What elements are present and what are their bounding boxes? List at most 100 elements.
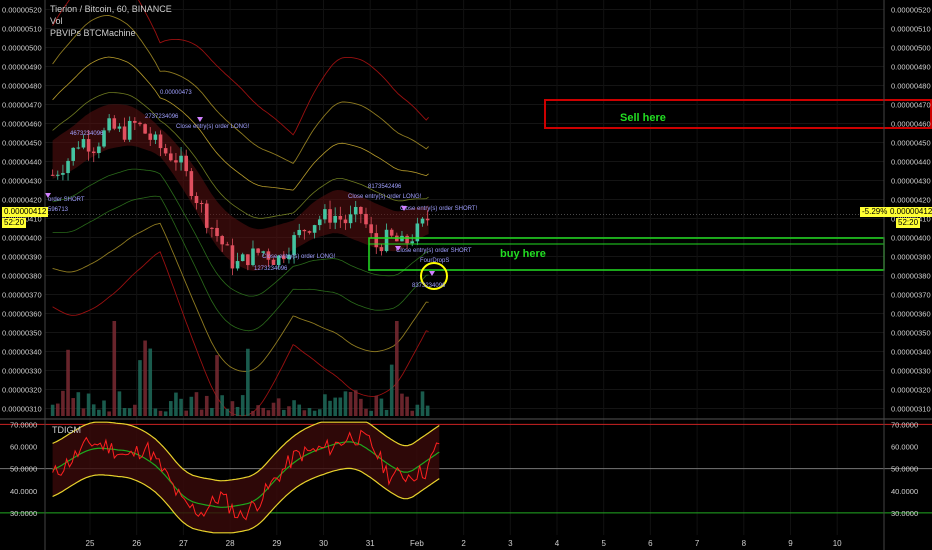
price-tick-label-right: 0.00000370 bbox=[891, 291, 931, 300]
candle-body bbox=[127, 120, 132, 140]
candle-body bbox=[55, 174, 60, 176]
price-tick-label-left: 0.00000520 bbox=[2, 6, 42, 15]
volume-bar bbox=[323, 394, 327, 416]
candle-body bbox=[184, 155, 189, 172]
volume-bar bbox=[215, 355, 219, 416]
price-tick-label-right: 0.00000390 bbox=[891, 253, 931, 262]
volume-bar bbox=[235, 406, 240, 416]
volume-bar bbox=[343, 391, 348, 416]
candle-body bbox=[71, 147, 75, 161]
volume-bar bbox=[91, 404, 96, 416]
price-tick-label-right: 0.00000450 bbox=[891, 139, 931, 148]
price-tick-label-right: 0.00000430 bbox=[891, 177, 931, 186]
chart-canvas[interactable]: Sell here buy here 0.00000473 2737234096 C… bbox=[0, 0, 932, 550]
volume-bar bbox=[66, 349, 70, 416]
candle-body bbox=[138, 122, 142, 125]
candle-body bbox=[256, 248, 260, 253]
candle-body bbox=[297, 229, 302, 236]
time-tick-label: 31 bbox=[366, 539, 375, 548]
strategy-marker-label: 8373234096 bbox=[412, 283, 446, 289]
candle-body bbox=[199, 203, 204, 205]
volume-bar bbox=[76, 392, 81, 416]
price-tick-label-right: 0.00000460 bbox=[891, 120, 931, 129]
volume-bar bbox=[220, 395, 224, 416]
buy-zone-label: buy here bbox=[500, 248, 546, 260]
candle-body bbox=[148, 133, 153, 140]
candle-body bbox=[179, 155, 183, 163]
candle-body bbox=[271, 259, 276, 265]
time-tick-label: 6 bbox=[648, 539, 653, 548]
strategy-marker-label: Close entry(s) order LONG! bbox=[176, 124, 250, 130]
price-tick-label-right: 0.00000360 bbox=[891, 310, 931, 319]
price-tick-label-right: 0.00000510 bbox=[891, 25, 931, 34]
volume-bar bbox=[102, 400, 106, 416]
price-tick-label-left: 0.00000400 bbox=[2, 234, 42, 243]
time-tick-label: 7 bbox=[695, 539, 700, 548]
volume-indicator-label: Vol bbox=[50, 16, 63, 26]
volume-bar bbox=[174, 392, 178, 416]
candle-body bbox=[379, 247, 384, 252]
price-tick-label-right: 0.00000400 bbox=[891, 234, 931, 243]
strategy-marker-label: 1273234096 bbox=[254, 266, 288, 272]
osc-tick-label-right: 70.0000 bbox=[891, 420, 918, 429]
time-tick-label: 28 bbox=[226, 539, 235, 548]
bands-indicator-label: PBVIPs BTCMachine bbox=[50, 28, 136, 38]
volume-bar bbox=[204, 395, 209, 416]
price-tick-label-right: 0.00000340 bbox=[891, 348, 931, 357]
price-tick-label-left: 0.00000310 bbox=[2, 405, 42, 414]
price-tick-label-left: 0.00000380 bbox=[2, 272, 42, 281]
time-tick-label: 25 bbox=[86, 539, 95, 548]
volume-bar bbox=[415, 404, 420, 416]
volume-bar bbox=[389, 364, 394, 416]
right-last-price-tag: 0.00000412 bbox=[888, 207, 932, 217]
left-countdown-tag: 52:20 bbox=[2, 218, 27, 228]
volume-bar bbox=[410, 410, 415, 416]
candle-body bbox=[66, 160, 70, 174]
candle-body bbox=[163, 148, 168, 154]
price-tick-label-left: 0.00000480 bbox=[2, 82, 42, 91]
volume-bar bbox=[225, 408, 230, 416]
candle-body bbox=[410, 241, 415, 244]
osc-tick-label-left: 30.0000 bbox=[10, 509, 37, 518]
volume-bar bbox=[317, 409, 322, 416]
volume-bar bbox=[405, 396, 409, 416]
osc-tick-label-right: 40.0000 bbox=[891, 487, 918, 496]
time-tick-label: Feb bbox=[410, 539, 424, 548]
volume-bar bbox=[328, 400, 332, 416]
candle-body bbox=[307, 231, 312, 233]
candle-body bbox=[374, 233, 379, 248]
price-tick-label-left: 0.00000450 bbox=[2, 139, 42, 148]
volume-bar bbox=[107, 411, 111, 416]
candle-body bbox=[122, 126, 127, 140]
candle-body bbox=[86, 139, 91, 152]
price-tick-label-left: 0.00000510 bbox=[2, 25, 42, 34]
strategy-marker-label: Close entry(s) order SHORT! bbox=[400, 206, 478, 212]
candle-body bbox=[240, 254, 245, 262]
volume-bar bbox=[307, 408, 312, 416]
price-tick-label-left: 0.00000420 bbox=[2, 196, 42, 205]
candle-body bbox=[389, 229, 394, 236]
candle-body bbox=[312, 225, 317, 233]
osc-tick-label-right: 60.0000 bbox=[891, 443, 918, 452]
time-tick-label: 3 bbox=[508, 539, 513, 548]
price-tick-label-right: 0.00000500 bbox=[891, 44, 931, 53]
price-tick-label-right: 0.00000520 bbox=[891, 6, 931, 15]
sell-zone-label: Sell here bbox=[620, 112, 666, 124]
price-tick-label-right: 0.00000350 bbox=[891, 329, 931, 338]
time-tick-label: 9 bbox=[788, 539, 793, 548]
volume-bar bbox=[55, 403, 60, 416]
time-tick-label: 5 bbox=[601, 539, 606, 548]
volume-bar bbox=[148, 348, 153, 416]
candle-body bbox=[158, 134, 163, 149]
price-tick-label-left: 0.00000330 bbox=[2, 367, 42, 376]
volume-bar bbox=[127, 408, 132, 416]
volume-bar bbox=[359, 398, 363, 416]
candle-body bbox=[338, 215, 343, 220]
volume-bar bbox=[210, 407, 214, 416]
volume-bar bbox=[81, 408, 86, 416]
osc-tick-label-right: 30.0000 bbox=[891, 509, 918, 518]
osc-tick-label-left: 40.0000 bbox=[10, 487, 37, 496]
price-tick-label-right: 0.00000440 bbox=[891, 158, 931, 167]
candle-body bbox=[328, 209, 332, 223]
volume-bar bbox=[276, 398, 281, 416]
